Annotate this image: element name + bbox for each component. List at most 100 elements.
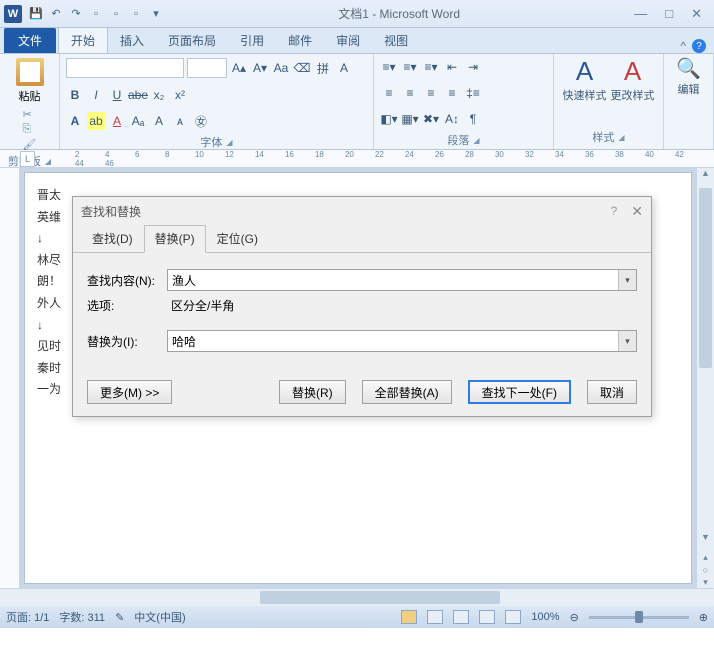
bold-button[interactable]: B: [66, 86, 84, 104]
launcher-icon[interactable]: ◢: [226, 138, 232, 147]
dropdown-icon[interactable]: ▾: [618, 331, 636, 351]
underline-button[interactable]: U: [108, 86, 126, 104]
zoom-slider[interactable]: [589, 616, 689, 619]
page-number[interactable]: 页面: 1/1: [6, 609, 49, 625]
print-layout-view-icon[interactable]: [401, 610, 417, 624]
dropdown-icon[interactable]: ▾: [618, 270, 636, 290]
show-marks-icon[interactable]: A↕: [443, 110, 461, 128]
language-status[interactable]: 中文(中国): [134, 609, 185, 625]
font-name-select[interactable]: [66, 58, 184, 78]
align-justify-icon[interactable]: ≡: [443, 84, 461, 102]
char-shrink-icon[interactable]: ᴀ: [171, 112, 189, 130]
dialog-tab-replace[interactable]: 替换(P): [144, 225, 206, 253]
quick-styles-button[interactable]: A快速样式: [563, 56, 607, 103]
shading-icon[interactable]: ◧▾: [380, 110, 398, 128]
qat-icon[interactable]: ▫: [108, 6, 124, 22]
tab-selector-icon[interactable]: L: [20, 151, 35, 167]
font-color-icon[interactable]: A: [108, 112, 126, 130]
next-page-icon[interactable]: ▾: [703, 577, 708, 588]
dialog-close-icon[interactable]: ✕: [631, 203, 643, 220]
italic-button[interactable]: I: [87, 86, 105, 104]
zoom-out-button[interactable]: ⊖: [570, 611, 579, 624]
save-icon[interactable]: 💾: [28, 6, 44, 22]
horizontal-ruler[interactable]: L 24681012141618202224262830323436384042…: [0, 150, 714, 168]
zoom-in-button[interactable]: ⊕: [699, 611, 708, 624]
highlight-icon[interactable]: ab: [87, 112, 105, 130]
replace-all-button[interactable]: 全部替换(A): [362, 380, 452, 404]
tab-references[interactable]: 引用: [228, 28, 276, 53]
bullets-icon[interactable]: ≡▾: [380, 58, 398, 76]
border-char-icon[interactable]: A: [335, 59, 353, 77]
web-view-icon[interactable]: [453, 610, 469, 624]
find-button[interactable]: 🔍 编辑: [676, 56, 701, 97]
minimize-icon[interactable]: —: [634, 6, 647, 22]
proofing-icon[interactable]: ✎: [115, 611, 124, 624]
redo-icon[interactable]: ↷: [68, 6, 84, 22]
borders-icon[interactable]: ▦▾: [401, 110, 419, 128]
multilevel-icon[interactable]: ≡▾: [422, 58, 440, 76]
outline-view-icon[interactable]: [479, 610, 495, 624]
shrink-font-icon[interactable]: A▾: [251, 59, 269, 77]
tab-review[interactable]: 审阅: [324, 28, 372, 53]
qat-dropdown-icon[interactable]: ▾: [148, 6, 164, 22]
change-case-icon[interactable]: Aa: [272, 59, 290, 77]
tab-view[interactable]: 视图: [372, 28, 420, 53]
format-painter-icon[interactable]: 🖌: [23, 138, 37, 151]
tab-layout[interactable]: 页面布局: [156, 28, 228, 53]
superscript-button[interactable]: x²: [171, 86, 189, 104]
paragraph-marks-icon[interactable]: ¶: [464, 110, 482, 128]
browse-object-icon[interactable]: ○: [703, 565, 708, 575]
cut-icon[interactable]: ✂: [23, 108, 37, 121]
launcher-icon[interactable]: ◢: [473, 136, 479, 145]
scroll-down-icon[interactable]: ▼: [697, 532, 714, 548]
dialog-help-icon[interactable]: ?: [611, 204, 618, 218]
close-icon[interactable]: ✕: [691, 6, 702, 22]
replace-button[interactable]: 替换(R): [279, 380, 346, 404]
fullscreen-view-icon[interactable]: [427, 610, 443, 624]
prev-page-icon[interactable]: ▴: [703, 552, 708, 563]
horizontal-scrollbar[interactable]: [0, 588, 714, 606]
tab-mailings[interactable]: 邮件: [276, 28, 324, 53]
scroll-thumb[interactable]: [699, 188, 712, 368]
launcher-icon[interactable]: ◢: [45, 157, 51, 166]
paste-button[interactable]: 粘贴: [11, 58, 49, 104]
sort-icon[interactable]: ✖▾: [422, 110, 440, 128]
align-left-icon[interactable]: ≡: [380, 84, 398, 102]
replace-input[interactable]: [168, 331, 618, 351]
cancel-button[interactable]: 取消: [587, 380, 637, 404]
grow-font-icon[interactable]: A▴: [230, 59, 248, 77]
more-button[interactable]: 更多(M) >>: [87, 380, 172, 404]
align-right-icon[interactable]: ≡: [422, 84, 440, 102]
numbering-icon[interactable]: ≡▾: [401, 58, 419, 76]
tab-file[interactable]: 文件: [4, 28, 56, 53]
change-styles-button[interactable]: A更改样式: [611, 56, 655, 103]
font-size-select[interactable]: [187, 58, 227, 78]
word-count[interactable]: 字数: 311: [59, 609, 105, 625]
dialog-tab-find[interactable]: 查找(D): [81, 225, 144, 252]
subscript-button[interactable]: x₂: [150, 86, 168, 104]
draft-view-icon[interactable]: [505, 610, 521, 624]
indent-inc-icon[interactable]: ⇥: [464, 58, 482, 76]
qat-icon[interactable]: ▫: [128, 6, 144, 22]
indent-dec-icon[interactable]: ⇤: [443, 58, 461, 76]
align-center-icon[interactable]: ≡: [401, 84, 419, 102]
line-spacing-icon[interactable]: ‡≡: [464, 84, 482, 102]
phonetic-icon[interactable]: 拼: [314, 59, 332, 77]
find-next-button[interactable]: 查找下一处(F): [468, 380, 571, 404]
enclose-char-icon[interactable]: ㊛: [192, 112, 210, 130]
char-grow-icon[interactable]: A: [150, 112, 168, 130]
vertical-ruler[interactable]: [0, 168, 20, 588]
clear-format-icon[interactable]: ⌫: [293, 59, 311, 77]
scroll-thumb[interactable]: [260, 591, 500, 604]
launcher-icon[interactable]: ◢: [618, 133, 624, 142]
text-effects-icon[interactable]: A: [66, 112, 84, 130]
find-input[interactable]: [168, 270, 618, 290]
help-icon[interactable]: ?: [692, 39, 706, 53]
qat-icon[interactable]: ▫: [88, 6, 104, 22]
tab-home[interactable]: 开始: [58, 27, 108, 53]
maximize-icon[interactable]: □: [665, 6, 673, 22]
scroll-up-icon[interactable]: ▲: [697, 168, 714, 184]
tab-insert[interactable]: 插入: [108, 28, 156, 53]
copy-icon[interactable]: ⎘: [23, 123, 37, 136]
undo-icon[interactable]: ↶: [48, 6, 64, 22]
